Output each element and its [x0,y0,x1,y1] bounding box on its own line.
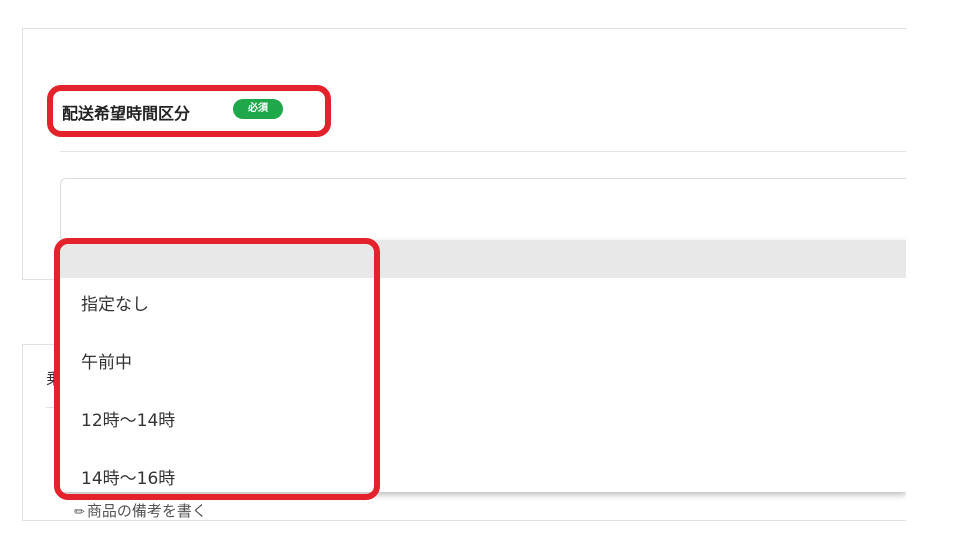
delivery-time-dropdown[interactable]: 指定なし 午前中 12時～14時 14時～16時 [60,240,906,492]
page-margin [906,0,964,538]
option-morning[interactable]: 午前中 [60,336,906,394]
divider [60,151,906,152]
option-12-14[interactable]: 12時～14時 [60,394,906,452]
section-title: 配送希望時間区分 [62,104,191,123]
add-note-link[interactable]: ✏ 商品の備考を書く [74,500,207,521]
required-badge: 必須 [233,99,283,119]
dropdown-header [60,240,906,278]
add-note-label: 商品の備考を書く [86,502,207,520]
option-none[interactable]: 指定なし [60,278,906,336]
delivery-time-select[interactable] [60,178,907,242]
pencil-icon: ✏ [74,505,85,520]
option-14-16[interactable]: 14時～16時 [60,452,906,492]
